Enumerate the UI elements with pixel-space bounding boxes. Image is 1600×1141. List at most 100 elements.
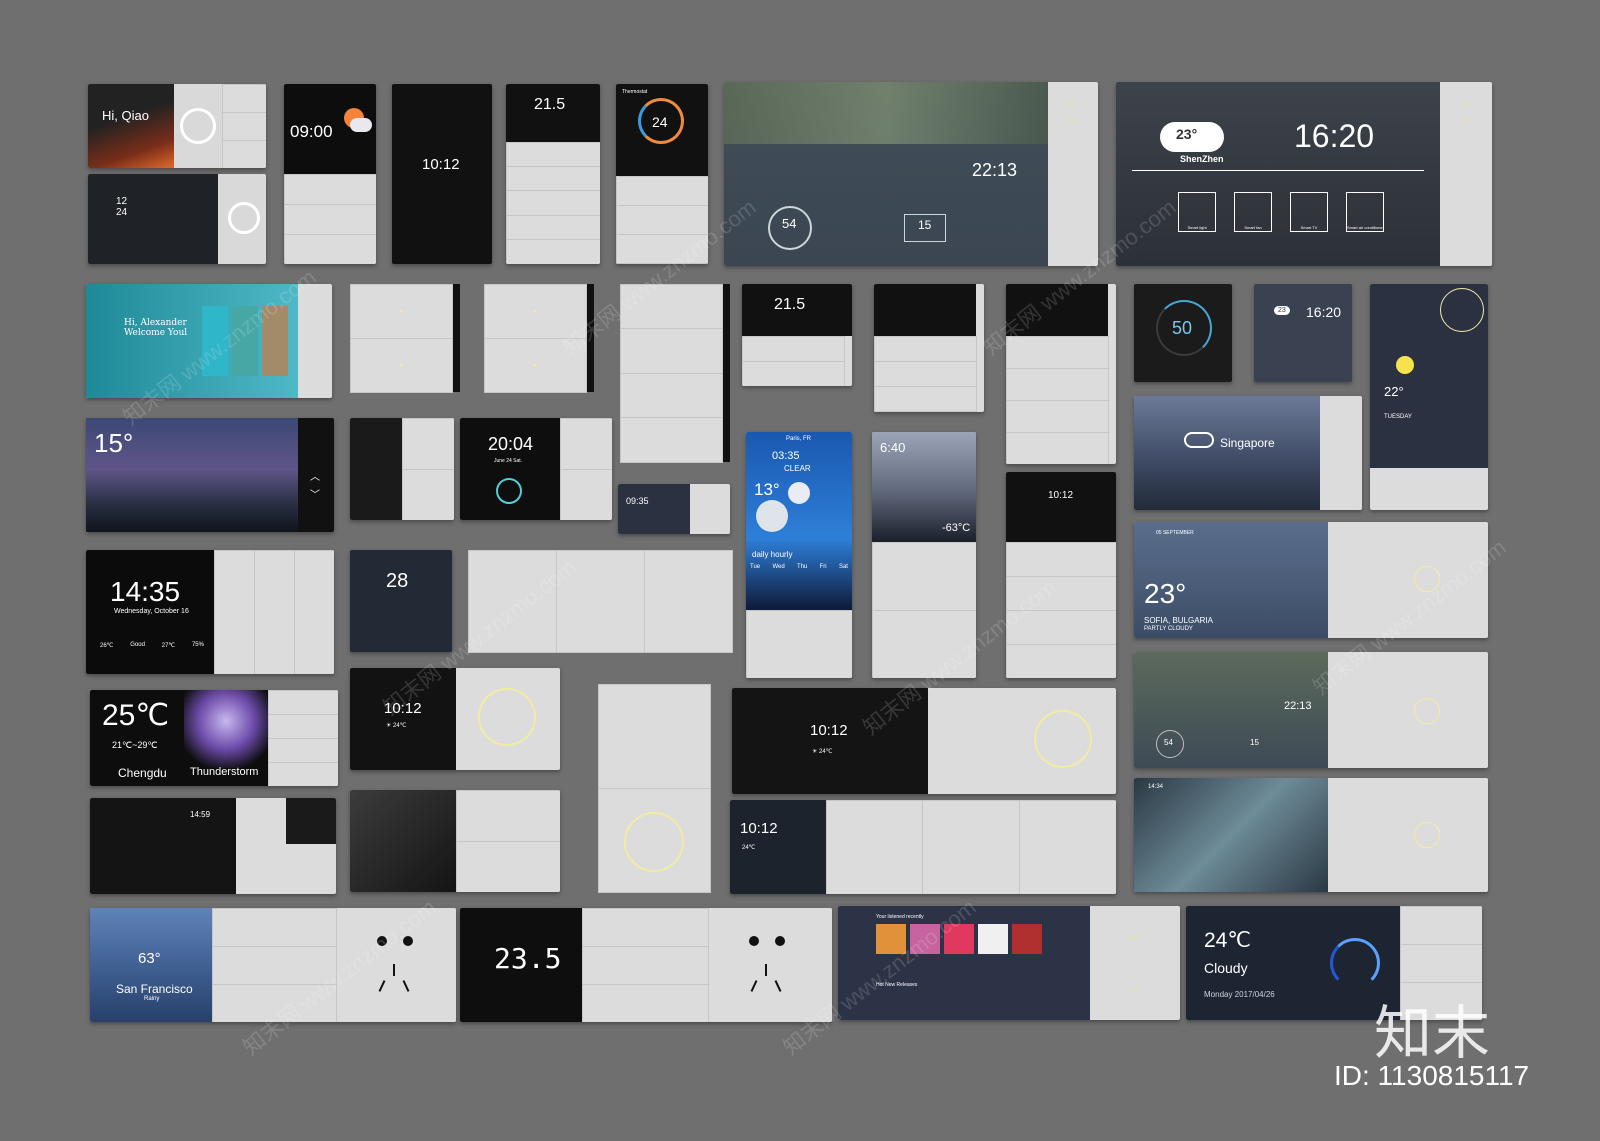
switch-clock-0900: 09:00 xyxy=(284,84,376,264)
key-stack[interactable] xyxy=(506,141,600,264)
temp-215: 21.5 xyxy=(534,96,566,113)
dial-ring[interactable] xyxy=(478,688,536,746)
sf-cond: Rainy xyxy=(144,996,160,1002)
chengdu-range: 21℃~29℃ xyxy=(112,740,158,750)
album-cover[interactable] xyxy=(944,924,974,954)
key-stack[interactable] xyxy=(267,690,338,786)
device-button[interactable]: Smart TV xyxy=(1290,192,1328,232)
cloudy-date: Monday 2017/04/26 xyxy=(1204,990,1275,999)
dial-ring[interactable] xyxy=(624,812,684,872)
clock-1012: 10:12 xyxy=(422,156,460,173)
key-stack[interactable] xyxy=(559,418,612,520)
clock-1435: 14:35 xyxy=(110,576,181,607)
panel-chengdu: 25℃ 21℃~29℃ Chengdu Thunderstorm xyxy=(90,690,338,786)
key-stack[interactable] xyxy=(455,790,560,892)
taipei-day: TUESDAY xyxy=(1384,414,1412,420)
key-stack[interactable] xyxy=(742,335,845,386)
switch-dashboard: 12 24 xyxy=(88,174,266,264)
switch-temp-215: 21.5 xyxy=(506,84,600,264)
thermo-title: Thermostat xyxy=(622,89,648,95)
photo-card[interactable] xyxy=(232,306,258,376)
cloud-icon xyxy=(350,118,372,132)
paris-time: 03:35 xyxy=(772,450,800,462)
small-clock: 22:13 xyxy=(1284,700,1312,712)
down-chevron-icon[interactable]: ﹀ xyxy=(1128,984,1140,1001)
key-row[interactable] xyxy=(213,550,334,674)
device-button[interactable]: Smart light xyxy=(1178,192,1216,232)
dial-ring[interactable] xyxy=(180,108,216,144)
cloudy-temp: 24℃ xyxy=(1204,929,1251,952)
mini-time: 16:20 xyxy=(1306,304,1342,320)
clock-1012b: 10:12 xyxy=(1048,490,1074,501)
msg-val: 15 xyxy=(918,218,932,232)
thermo-value: 24 xyxy=(652,114,668,130)
device-label: Smart light xyxy=(1187,225,1207,230)
dial-ring[interactable] xyxy=(1034,710,1092,768)
album-cover[interactable] xyxy=(978,924,1008,954)
dial-ring[interactable] xyxy=(1414,698,1440,724)
clock-0935: 09:35 xyxy=(626,496,649,506)
panel-singapore: Singapore xyxy=(1134,396,1362,510)
device-button[interactable]: Smart air conditioner xyxy=(1346,192,1384,232)
night-temp: -63°C xyxy=(942,522,971,534)
up-chevron-icon[interactable]: ︿ xyxy=(310,468,320,483)
switch-ac-28: 28 xyxy=(350,550,452,652)
dial-ring[interactable] xyxy=(1414,822,1440,848)
chengdu-cond: Thunderstorm xyxy=(190,766,259,778)
album-cover[interactable] xyxy=(1012,924,1042,954)
switch-2gang[interactable] xyxy=(349,283,460,393)
key-stack[interactable] xyxy=(284,173,376,264)
photo-card[interactable] xyxy=(202,306,228,376)
moon-icon xyxy=(756,500,788,532)
device-button[interactable]: Smart fan xyxy=(1234,192,1272,232)
clock-2004: 20:04 xyxy=(488,434,534,454)
paris-hourly[interactable]: daily hourly xyxy=(752,550,792,559)
device-label: Smart air conditioner xyxy=(1347,225,1383,230)
switch-4gang-wide[interactable] xyxy=(467,549,733,653)
album-cover[interactable] xyxy=(910,924,940,954)
cloud-logo-icon xyxy=(1330,938,1380,988)
key-stack[interactable] xyxy=(581,908,709,1022)
power-socket[interactable] xyxy=(336,908,456,1022)
sun-icon xyxy=(1396,356,1414,374)
key-stack[interactable] xyxy=(1006,335,1109,464)
key-stack[interactable] xyxy=(746,609,852,678)
cloud-icon xyxy=(1184,432,1214,448)
image-id: ID: 1130815117 xyxy=(1334,1060,1530,1091)
power-socket[interactable] xyxy=(708,908,832,1022)
down-chevron-icon[interactable]: ﹀ xyxy=(1460,116,1472,133)
dial-ring[interactable] xyxy=(1414,566,1440,592)
switch-4gang[interactable] xyxy=(619,283,730,463)
dash-dial[interactable] xyxy=(228,202,260,234)
switch-tall-ring[interactable] xyxy=(597,683,711,893)
panel-weather-shenzhen: 23° ShenZhen 16:20 Smart light Smart fan S… xyxy=(1116,82,1492,266)
clock-1434: 14:34 xyxy=(1148,784,1164,790)
key-stack[interactable] xyxy=(616,175,708,264)
up-chevron-icon[interactable]: ︿ xyxy=(1068,92,1080,109)
greeting-text: Hi, Qiao xyxy=(102,108,149,123)
album-cover[interactable] xyxy=(876,924,906,954)
panel-clock-1012b: 10:12 xyxy=(1006,472,1116,678)
key-row[interactable] xyxy=(825,800,1116,894)
mic-ring[interactable] xyxy=(496,478,522,504)
down-chevron-icon[interactable]: ﹀ xyxy=(310,486,320,501)
key-stack[interactable] xyxy=(872,541,976,678)
clock-1012d-sub: ☀ 24℃ xyxy=(812,749,833,755)
switch-1012-ring: 10:12 ☀ 24℃ xyxy=(350,668,560,770)
up-chevron-icon[interactable]: ︿ xyxy=(1460,92,1472,109)
gauge-val: 50 xyxy=(1172,318,1193,338)
switch-2gang[interactable] xyxy=(483,283,594,393)
stat-row: 26℃ Good 27℃ 75% xyxy=(100,642,204,649)
key-stack[interactable] xyxy=(874,335,977,412)
clock-1435-date: Wednesday, October 16 xyxy=(114,608,189,615)
key-stack[interactable] xyxy=(401,418,454,520)
key-column[interactable] xyxy=(221,84,266,168)
up-chevron-icon[interactable]: ︿ xyxy=(1128,926,1140,943)
music-sub: Hot New Releases xyxy=(876,982,918,988)
photo-card[interactable] xyxy=(262,306,288,376)
key-stack[interactable] xyxy=(1006,541,1116,678)
panel-small-0935: 09:35 xyxy=(618,484,730,534)
key-stack[interactable] xyxy=(211,908,337,1022)
panel-taipei: 22° TUESDAY xyxy=(1370,284,1488,510)
down-chevron-icon[interactable]: ﹀ xyxy=(1068,116,1080,133)
